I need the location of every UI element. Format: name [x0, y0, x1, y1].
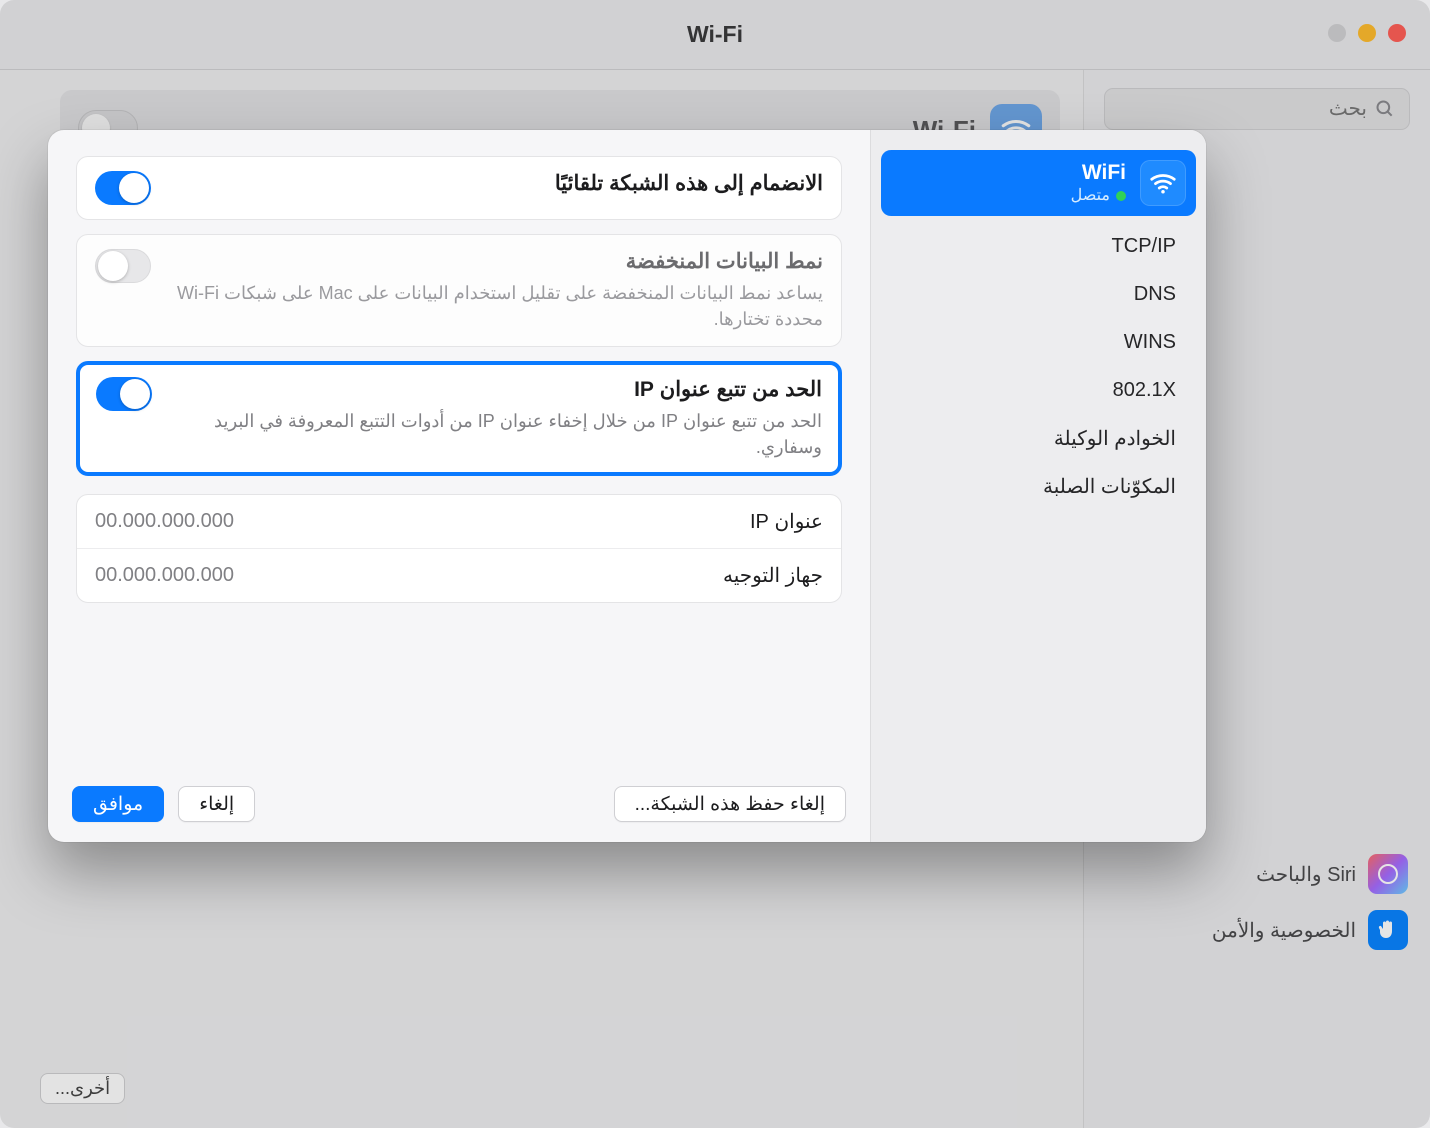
dialog-tab-subtitle: متصل — [1071, 186, 1126, 206]
low-data-toggle[interactable] — [95, 249, 151, 283]
setting-description: الحد من تتبع عنوان IP من خلال إخفاء عنوا… — [168, 408, 822, 460]
dialog-tab-proxies[interactable]: الخوادم الوكيلة — [871, 414, 1206, 462]
cancel-button[interactable]: إلغاء — [178, 786, 255, 822]
dialog-tab-dns[interactable]: DNS — [871, 270, 1206, 318]
ip-address-row: عنوان IP 00.000.000.000 — [77, 495, 841, 548]
dialog-tab-tcpip[interactable]: TCP/IP — [871, 222, 1206, 270]
router-value: 00.000.000.000 — [95, 564, 234, 587]
setting-description: يساعد نمط البيانات المنخفضة على تقليل اس… — [167, 280, 823, 332]
setting-low-data: نمط البيانات المنخفضة يساعد نمط البيانات… — [76, 234, 842, 347]
setting-auto-join: الانضمام إلى هذه الشبكة تلقائيًا — [76, 156, 842, 220]
dialog-sidebar: WiFi متصل TCP/IP DNS WINS 802.1X الخوادم… — [870, 130, 1206, 842]
dialog-tab-wifi[interactable]: WiFi متصل — [881, 150, 1196, 216]
wifi-icon — [1140, 160, 1186, 206]
forget-network-button[interactable]: إلغاء حفظ هذه الشبكة... — [614, 786, 846, 822]
setting-title: نمط البيانات المنخفضة — [167, 249, 823, 274]
setting-title: الحد من تتبع عنوان IP — [168, 377, 822, 402]
dialog-content: الانضمام إلى هذه الشبكة تلقائيًا نمط الب… — [48, 130, 870, 842]
router-label: جهاز التوجيه — [723, 563, 823, 588]
ip-address-label: عنوان IP — [750, 509, 823, 534]
ok-button[interactable]: موافق — [72, 786, 164, 822]
dialog-tab-wins[interactable]: WINS — [871, 318, 1206, 366]
network-details-dialog: WiFi متصل TCP/IP DNS WINS 802.1X الخوادم… — [48, 130, 1206, 842]
network-info-card: عنوان IP 00.000.000.000 جهاز التوجيه 00.… — [76, 494, 842, 603]
router-row: جهاز التوجيه 00.000.000.000 — [77, 548, 841, 602]
dialog-tab-hardware[interactable]: المكوّنات الصلبة — [871, 462, 1206, 510]
dialog-tab-8021x[interactable]: 802.1X — [871, 366, 1206, 414]
limit-ip-toggle[interactable] — [96, 377, 152, 411]
dialog-footer: إلغاء حفظ هذه الشبكة... إلغاء موافق — [72, 786, 846, 822]
ip-address-value: 00.000.000.000 — [95, 510, 234, 533]
status-dot-icon — [1116, 191, 1126, 201]
dialog-tab-title: WiFi — [1071, 160, 1126, 186]
auto-join-toggle[interactable] — [95, 171, 151, 205]
setting-limit-ip-tracking: الحد من تتبع عنوان IP الحد من تتبع عنوان… — [76, 361, 842, 476]
setting-title: الانضمام إلى هذه الشبكة تلقائيًا — [555, 171, 823, 196]
